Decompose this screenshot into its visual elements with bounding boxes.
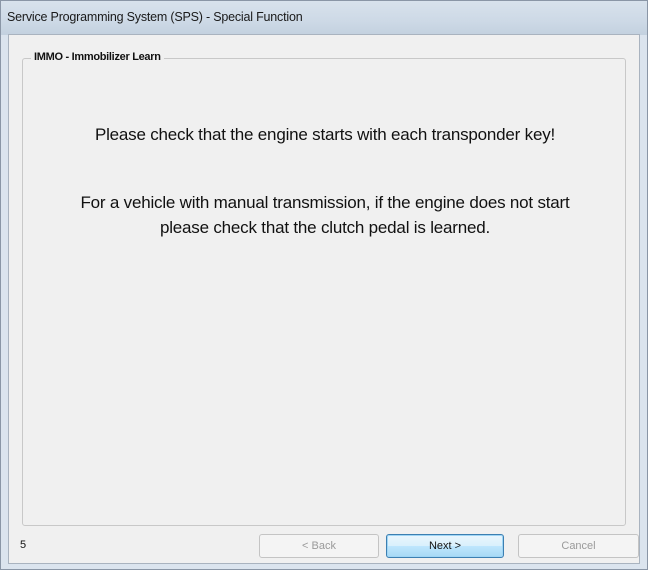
next-button[interactable]: Next > [386,534,504,558]
window-title: Service Programming System (SPS) - Speci… [7,10,303,24]
dialog-client-area: IMMO - Immobilizer Learn Please check th… [8,34,640,564]
instruction-manual-transmission: For a vehicle with manual transmission, … [23,190,627,240]
group-title: IMMO - Immobilizer Learn [31,51,164,63]
instruction-line-clutch: please check that the clutch pedal is le… [159,218,491,237]
back-button[interactable]: < Back [259,534,379,558]
immobilizer-learn-group: IMMO - Immobilizer Learn Please check th… [22,51,627,526]
instruction-line-manual: For a vehicle with manual transmission, … [80,193,570,212]
title-bar[interactable]: Service Programming System (SPS) - Speci… [1,1,647,35]
dialog-window: Service Programming System (SPS) - Speci… [0,0,648,570]
instruction-engine-starts: Please check that the engine starts with… [94,125,556,144]
cancel-button[interactable]: Cancel [518,534,639,558]
step-number: 5 [20,539,27,551]
